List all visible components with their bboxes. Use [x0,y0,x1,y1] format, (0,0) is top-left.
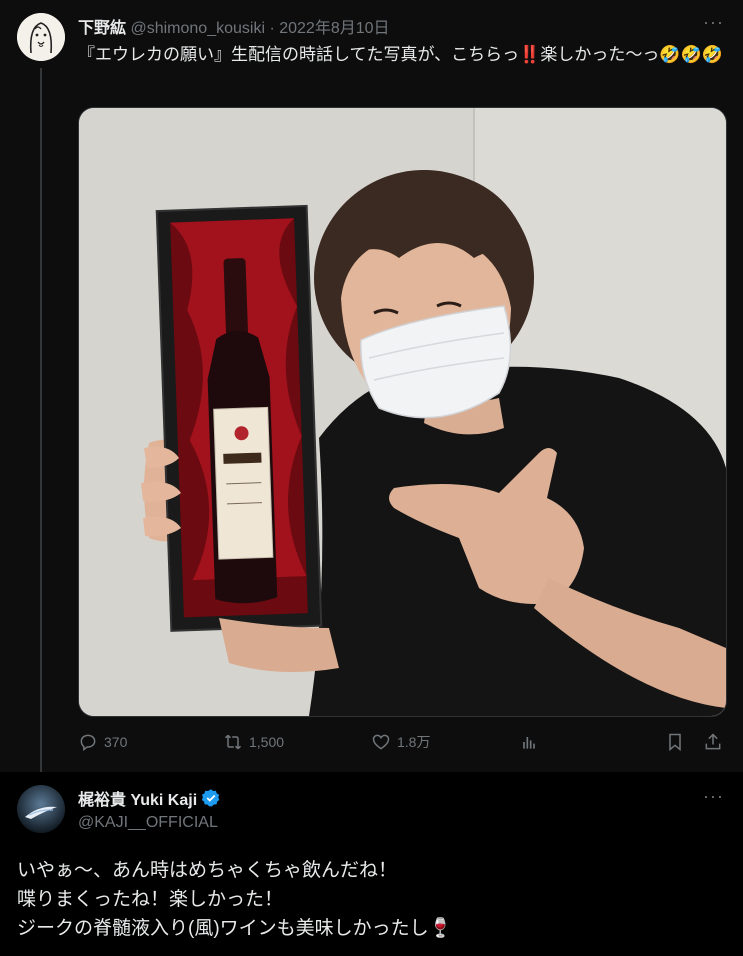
bookmark-button[interactable] [665,732,685,752]
avatar-doodle-icon [17,13,65,61]
avatar-wing-icon [17,785,65,833]
share-button[interactable] [703,732,723,752]
tweet-header: 下野紘 @shimono_kousiki · 2022年8月10日 [78,14,390,38]
bookmark-icon [669,733,681,752]
tweet-text: いやぁ〜、あん時はめちゃくちゃ飲んだね！ 喋りまくったね！楽しかった！ ジークの… [17,856,727,943]
like-count: 1.8万 [397,734,431,750]
tweet-1: 下野紘 @shimono_kousiki · 2022年8月10日 ··· 『エ… [0,0,743,782]
avatar[interactable] [17,13,65,61]
verified-badge-icon [201,789,220,807]
tweet-text-line: ジークの脊髄液入り(風)ワインも美味しかったし🍷 [17,918,453,939]
display-name[interactable]: 梶裕貴 Yuki Kaji [78,786,197,810]
more-options-button[interactable]: ··· [703,12,724,33]
views-button[interactable] [519,732,539,752]
display-name[interactable]: 下野紘 [78,20,126,37]
share-icon [705,733,721,750]
avatar[interactable] [17,785,65,833]
analytics-icon [523,737,535,749]
tweet-actions: 370 1,500 1.8万 [78,732,728,756]
more-options-button[interactable]: ··· [703,786,724,807]
tweet-text-line: 喋りまくったね！楽しかった！ [17,889,284,910]
reply-count: 370 [104,734,128,750]
reply-button[interactable]: 370 [78,732,127,752]
separator: · [265,20,280,37]
heart-icon [372,734,390,750]
tweet-2: 梶裕貴 Yuki Kaji @KAJI__OFFICIAL ··· いやぁ〜、あ… [0,772,743,956]
retweet-button[interactable]: 1,500 [223,732,284,752]
thread-connector-line [40,68,42,782]
handle[interactable]: @shimono_kousiki [130,20,265,37]
photo-man-with-wine-box [79,108,726,716]
retweet-count: 1,500 [249,734,285,750]
like-button[interactable]: 1.8万 [371,732,430,752]
tweet-text: 『エウレカの願い』生配信の時話してた写真が、こちらっ‼️楽しかった〜っ🤣🤣🤣 [78,45,723,64]
retweet-icon [224,734,242,750]
reply-icon [80,734,96,751]
tweet-photo[interactable] [78,107,727,717]
timestamp[interactable]: 2022年8月10日 [279,20,389,37]
tweet-text-line: いやぁ〜、あん時はめちゃくちゃ飲んだね！ [17,860,398,881]
tweet-header: 梶裕貴 Yuki Kaji [78,786,221,810]
handle[interactable]: @KAJI__OFFICIAL [78,814,218,832]
